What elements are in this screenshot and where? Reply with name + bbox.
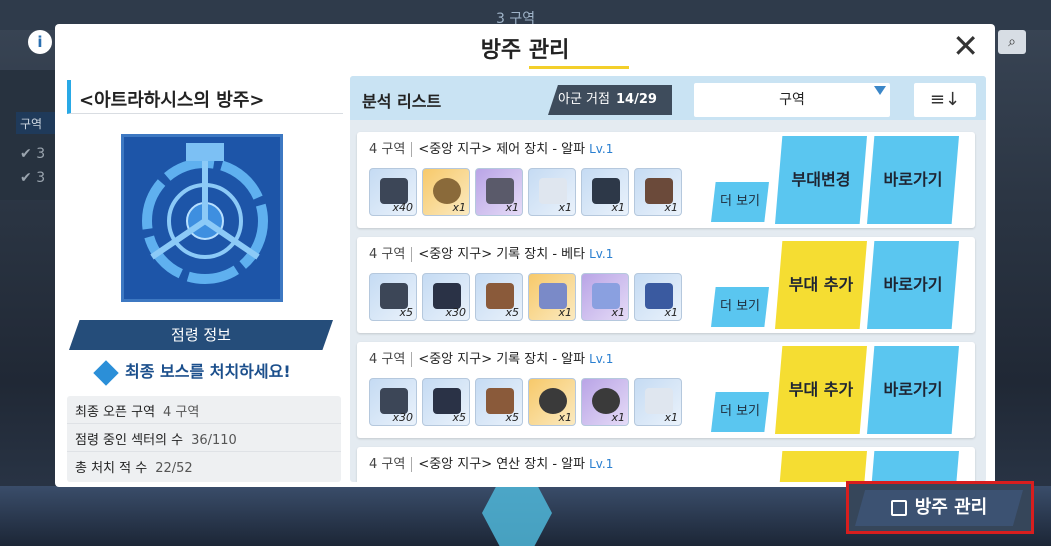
more-button[interactable]: 더 보기 <box>711 287 769 327</box>
checklist-icon <box>890 500 907 516</box>
go-button[interactable]: 바로가기 <box>867 136 959 224</box>
item-title: 4 구역 <중앙 지구> 제어 장치 - 알파 Lv.1 <box>369 142 614 157</box>
go-button[interactable] <box>867 451 959 482</box>
reward-item[interactable]: x1 <box>528 273 576 321</box>
item-title: 4 구역 <중앙 지구> 기록 장치 - 알파 Lv.1 <box>369 352 614 367</box>
reward-item[interactable]: x5 <box>475 273 523 321</box>
reward-list: x5 x30 x5 x1 x1 x1 <box>369 273 682 321</box>
reward-item[interactable]: x1 <box>581 168 629 216</box>
reward-item[interactable]: x1 <box>422 168 470 216</box>
dialog-title: 방주 관리 <box>480 38 570 63</box>
search-icon[interactable]: ⌕ <box>998 30 1026 54</box>
zone-filter-dropdown[interactable]: 구역 <box>694 83 890 117</box>
go-button[interactable]: 바로가기 <box>867 346 959 434</box>
reward-item[interactable]: x1 <box>475 168 523 216</box>
more-button[interactable]: 더 보기 <box>711 182 769 222</box>
reward-list: x30 x5 x5 x1 x1 x1 <box>369 378 682 426</box>
title-underline <box>529 66 629 69</box>
reward-item[interactable]: x1 <box>581 378 629 426</box>
ark-management-dialog: 방주 관리 ✕ <아트라하시스의 방주> 점령 정보 최종 보스를 처치하세요!… <box>55 24 995 487</box>
list-title: 분석 리스트 <box>362 92 442 111</box>
ark-manage-label: 방주 관리 <box>855 490 1023 526</box>
reward-item[interactable]: x30 <box>369 378 417 426</box>
reward-item[interactable]: x5 <box>422 378 470 426</box>
check-icon: ✔ 3 <box>20 170 46 186</box>
list-item: 4 구역 <중앙 지구> 기록 장치 - 알파 Lv.1 x30 x5 x5 x1 … <box>357 342 975 438</box>
analysis-list-panel: 분석 리스트 아군 거점 14/29 구역 ≡↓ 4 구역 <중앙 지구> 제어 장… <box>350 76 986 482</box>
list-item: 4 구역 <중앙 지구> 기록 장치 - 베타 Lv.1 x5 x30 x5 x1 … <box>357 237 975 333</box>
stat-row: 점령 중인 섹터의 수 36/110 <box>67 424 341 452</box>
go-button[interactable]: 바로가기 <box>867 241 959 329</box>
ark-info-panel: <아트라하시스의 방주> 점령 정보 최종 보스를 처치하세요! 최종 오픈 구… <box>67 80 343 482</box>
list-header: 분석 리스트 아군 거점 14/29 구역 ≡↓ <box>350 76 986 120</box>
item-title: 4 구역 <중앙 지구> 기록 장치 - 베타 Lv.1 <box>369 247 614 262</box>
add-squad-button[interactable]: 부대 추가 <box>775 346 867 434</box>
ark-map <box>121 134 283 302</box>
side-zone-label: 구역 <box>16 112 60 134</box>
stat-row: 최종 오픈 구역 4 구역 <box>67 396 341 424</box>
reward-item[interactable]: x1 <box>528 378 576 426</box>
mission-text: 최종 보스를 처치하세요! <box>93 358 291 386</box>
info-icon[interactable]: i <box>28 30 52 54</box>
occupy-info-header: 점령 정보 <box>69 320 333 350</box>
stat-row: 총 처치 적 수 22/52 <box>75 461 193 476</box>
list-item: 4 구역 <중앙 지구> 제어 장치 - 알파 Lv.1 x40 x1 x1 x1 … <box>357 132 975 228</box>
item-title: 4 구역 <중앙 지구> 연산 장치 - 알파 Lv.1 <box>369 457 614 472</box>
ally-base-count: 아군 거점 14/29 <box>548 85 672 115</box>
reward-item[interactable]: x1 <box>634 378 682 426</box>
reward-item[interactable]: x1 <box>528 168 576 216</box>
more-button[interactable]: 더 보기 <box>711 392 769 432</box>
list-item: 4 구역 <중앙 지구> 연산 장치 - 알파 Lv.1 <box>357 447 975 482</box>
reward-item[interactable]: x1 <box>634 168 682 216</box>
reward-list: x40 x1 x1 x1 x1 x1 <box>369 168 682 216</box>
reward-item[interactable]: x1 <box>581 273 629 321</box>
check-icon: ✔ 3 <box>20 146 46 162</box>
reward-item[interactable]: x1 <box>634 273 682 321</box>
reward-item[interactable]: x5 <box>475 378 523 426</box>
ark-name-heading: <아트라하시스의 방주> <box>67 80 343 114</box>
reward-item[interactable]: x5 <box>369 273 417 321</box>
dropdown-triangle-icon <box>874 86 886 95</box>
add-squad-button[interactable]: 부대 추가 <box>775 241 867 329</box>
close-icon[interactable]: ✕ <box>952 28 979 64</box>
sort-button[interactable]: ≡↓ <box>914 83 976 117</box>
change-squad-button[interactable]: 부대변경 <box>775 136 867 224</box>
add-squad-button[interactable] <box>775 451 867 482</box>
reward-item[interactable]: x30 <box>422 273 470 321</box>
ark-manage-button[interactable]: 방주 관리 <box>846 481 1034 534</box>
diamond-icon <box>93 359 119 386</box>
stats-table: 최종 오픈 구역 4 구역 점령 중인 섹터의 수 36/110 총 처치 적 수2… <box>67 396 341 482</box>
reward-item[interactable]: x40 <box>369 168 417 216</box>
